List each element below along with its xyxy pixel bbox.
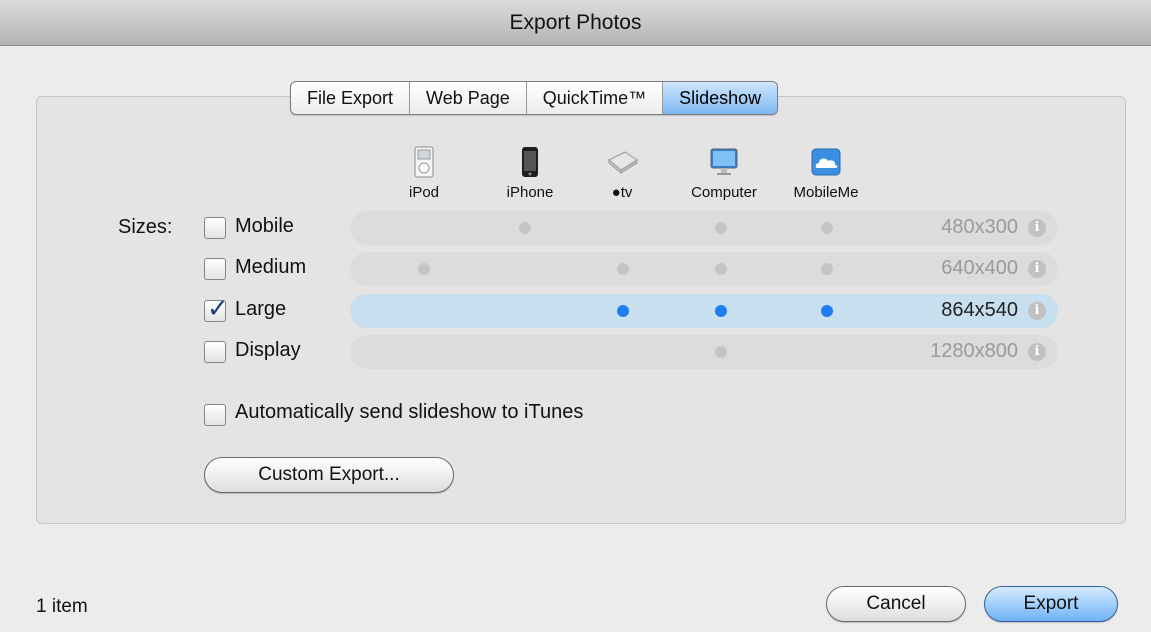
compat-dot-ipod <box>418 263 430 275</box>
device-ipod: iPod <box>372 146 476 201</box>
display-resolution: 1280x800 <box>930 340 1018 362</box>
device-label-appletv: ●tv <box>611 184 633 201</box>
device-mobileme: MobileMe <box>774 146 878 201</box>
mobile-compat-bar: 480x300 i <box>350 211 1058 245</box>
size-row-large: ✓ Large 864x540 i <box>204 293 1064 328</box>
iphone-icon <box>522 147 538 177</box>
device-label-ipod: iPod <box>408 184 440 201</box>
display-checkbox[interactable] <box>204 341 226 363</box>
info-icon[interactable]: i <box>1028 219 1046 237</box>
checkmark-icon: ✓ <box>207 293 229 323</box>
size-row-mobile: Mobile 480x300 i <box>204 211 1064 245</box>
compat-dot-computer <box>715 263 727 275</box>
tab-quicktime[interactable]: QuickTime™ <box>527 82 664 114</box>
info-icon[interactable]: i <box>1028 343 1046 361</box>
tab-web-page[interactable]: Web Page <box>410 82 527 114</box>
device-label-computer: Computer <box>691 184 757 201</box>
device-appletv: ●tv <box>570 146 674 201</box>
compat-dot-mobileme <box>821 305 833 317</box>
auto-send-label: Automatically send slideshow to iTunes <box>235 401 584 423</box>
large-resolution: 864x540 <box>941 299 1018 321</box>
mobile-resolution: 480x300 <box>941 216 1018 238</box>
appletv-icon <box>608 151 638 175</box>
compat-dot-computer <box>715 222 727 234</box>
compat-dot-computer <box>715 305 727 317</box>
info-icon[interactable]: i <box>1028 260 1046 278</box>
display-compat-bar: 1280x800 i <box>350 335 1058 369</box>
large-label: Large <box>235 298 287 320</box>
cancel-button[interactable]: Cancel <box>826 586 966 622</box>
medium-checkbox[interactable] <box>204 258 226 280</box>
export-button[interactable]: Export <box>984 586 1118 622</box>
auto-send-option: Automatically send slideshow to iTunes <box>204 398 764 432</box>
device-iphone: iPhone <box>478 146 582 201</box>
medium-compat-bar: 640x400 i <box>350 252 1058 286</box>
mobile-label: Mobile <box>235 215 294 237</box>
compat-dot-computer <box>715 346 727 358</box>
device-computer: Computer <box>672 146 776 201</box>
mobileme-icon <box>811 148 841 176</box>
large-compat-bar: 864x540 i <box>350 294 1058 328</box>
ipod-icon <box>414 146 434 178</box>
window-title: Export Photos <box>0 0 1151 46</box>
size-row-medium: Medium 640x400 i <box>204 252 1064 286</box>
custom-export-button[interactable]: Custom Export... <box>204 457 454 493</box>
tab-slideshow[interactable]: Slideshow <box>663 82 778 114</box>
tab-file-export[interactable]: File Export <box>291 82 411 114</box>
device-label-iphone: iPhone <box>506 184 554 201</box>
mobile-checkbox[interactable] <box>204 217 226 239</box>
compat-dot-appletv <box>617 305 629 317</box>
apple-logo-icon: ● <box>611 184 621 201</box>
device-label-mobileme: MobileMe <box>793 184 859 201</box>
info-icon[interactable]: i <box>1028 302 1046 320</box>
size-row-display: Display 1280x800 i <box>204 335 1064 369</box>
medium-label: Medium <box>235 256 307 278</box>
item-count: 1 item <box>36 596 88 617</box>
sizes-label: Sizes: <box>118 216 173 238</box>
display-label: Display <box>235 339 301 361</box>
large-checkbox[interactable]: ✓ <box>204 293 229 323</box>
compat-dot-mobileme <box>821 222 833 234</box>
computer-icon <box>710 148 738 175</box>
medium-resolution: 640x400 <box>941 257 1018 279</box>
compat-dot-appletv <box>617 263 629 275</box>
auto-send-checkbox[interactable] <box>204 404 226 426</box>
compat-dot-mobileme <box>821 263 833 275</box>
compat-dot-iphone <box>519 222 531 234</box>
export-tabs: File Export Web Page QuickTime™ Slidesho… <box>290 81 779 115</box>
